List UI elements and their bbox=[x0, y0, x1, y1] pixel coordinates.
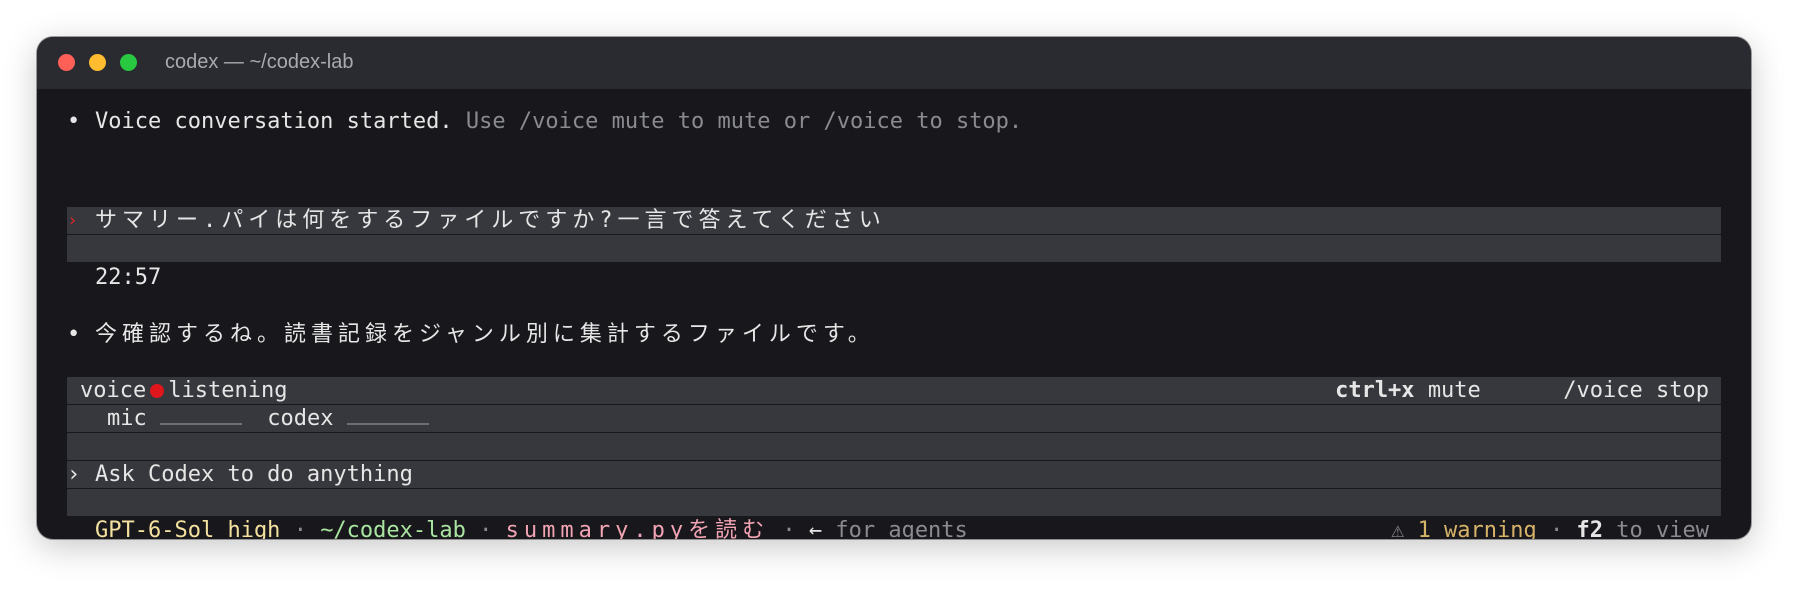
warning-icon: ⚠ bbox=[1391, 518, 1405, 539]
separator: · bbox=[479, 518, 493, 539]
codex-audio-label: codex bbox=[267, 406, 334, 431]
separator: · bbox=[1550, 518, 1564, 539]
mute-shortcut-label: mute bbox=[1427, 378, 1481, 403]
window-title: codex — ~/codex-lab bbox=[165, 51, 354, 73]
separator: · bbox=[782, 518, 796, 539]
zoom-window-button[interactable] bbox=[120, 54, 137, 71]
terminal-window: codex — ~/codex-lab • Voice conversation… bbox=[37, 37, 1751, 539]
left-arrow-icon: ← bbox=[808, 518, 823, 539]
voice-label: voice bbox=[80, 378, 147, 403]
voice-status-hint: Use /voice mute to mute or /voice to sto… bbox=[465, 109, 1023, 134]
current-task: summary.pyを読む bbox=[505, 518, 770, 539]
separator: · bbox=[293, 518, 307, 539]
composer-placeholder: Ask Codex to do anything bbox=[95, 462, 413, 487]
assistant-reply: • 今確認するね。読書記録をジャンル別に集計するファイルです。 bbox=[67, 321, 1721, 348]
agents-hint: for agents bbox=[835, 518, 968, 539]
message-timestamp: 22:57 bbox=[95, 265, 162, 290]
recording-dot-icon bbox=[150, 384, 165, 398]
close-window-button[interactable] bbox=[58, 54, 75, 71]
minimize-window-button[interactable] bbox=[89, 54, 106, 71]
voice-status-text: Voice conversation started. bbox=[95, 109, 453, 134]
view-shortcut-label: to view bbox=[1616, 518, 1709, 539]
message-timestamp-line: 22:57 bbox=[67, 264, 1721, 291]
prompt-caret-icon: › bbox=[67, 462, 81, 487]
voice-status-line: • Voice conversation started. Use /voice… bbox=[67, 108, 1721, 135]
composer-input[interactable]: › Ask Codex to do anything bbox=[67, 461, 1721, 488]
title-bar: codex — ~/codex-lab bbox=[37, 37, 1751, 89]
audio-meters: mic codex bbox=[67, 405, 1721, 432]
user-message-spacer bbox=[67, 235, 1721, 262]
composer-spacer-top bbox=[67, 433, 1721, 460]
mute-shortcut-key[interactable]: ctrl+x bbox=[1335, 378, 1414, 403]
bullet-icon: • bbox=[67, 322, 81, 347]
user-message: › サマリー.パイは何をするファイルですか?一言で答えてください bbox=[67, 207, 1721, 234]
view-shortcut-key[interactable]: f2 bbox=[1577, 518, 1604, 539]
working-directory: ~/codex-lab bbox=[320, 518, 466, 539]
mic-level-meter bbox=[160, 409, 242, 425]
bullet-icon: • bbox=[67, 109, 81, 134]
voice-state: listening bbox=[168, 378, 288, 403]
user-message-text: サマリー.パイは何をするファイルですか?一言で答えてください bbox=[95, 208, 886, 233]
composer-spacer-bottom bbox=[67, 489, 1721, 516]
voice-bar: voice listening ctrl+x mute /voice stop bbox=[67, 377, 1721, 404]
terminal-content: • Voice conversation started. Use /voice… bbox=[37, 89, 1751, 539]
user-caret-icon: › bbox=[67, 210, 78, 231]
status-bar: GPT-6-Sol high · ~/codex-lab · summary.p… bbox=[67, 517, 1721, 539]
mic-label: mic bbox=[107, 406, 147, 431]
warning-count[interactable]: 1 warning bbox=[1418, 518, 1537, 539]
codex-level-meter bbox=[346, 409, 429, 425]
assistant-reply-text: 今確認するね。読書記録をジャンル別に集計するファイルです。 bbox=[95, 322, 875, 347]
voice-stop-command[interactable]: /voice stop bbox=[1563, 378, 1709, 403]
model-indicator[interactable]: GPT-6-Sol high bbox=[95, 518, 280, 539]
